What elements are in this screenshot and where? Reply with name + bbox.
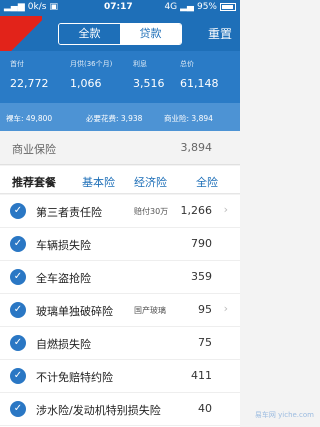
required-fees: 必要花费: 3,938 bbox=[86, 114, 143, 123]
down-payment-value: 22,772 bbox=[10, 77, 49, 90]
insurance-item[interactable]: ✓ 全车盗抢险 359 bbox=[0, 261, 240, 294]
interest-label: 利息 bbox=[133, 60, 147, 68]
checkbox-checked-icon[interactable]: ✓ bbox=[10, 203, 26, 219]
insurance-option: 国产玻璃 bbox=[134, 306, 166, 315]
corner-flag bbox=[0, 16, 42, 51]
checkbox-checked-icon[interactable]: ✓ bbox=[10, 335, 26, 351]
total-label: 总价 bbox=[180, 60, 194, 68]
signal-icon: ▂▄▆ bbox=[4, 2, 25, 12]
insurance-amount: 95 bbox=[198, 303, 212, 316]
plan-selector: 推荐套餐 基本险 经济险 全险 bbox=[0, 166, 240, 194]
battery-percent: 95% bbox=[196, 2, 217, 12]
commercial-insurance-label: 商业保险 bbox=[12, 143, 56, 156]
total-value: 61,148 bbox=[180, 77, 219, 90]
signal-strength-icon: ▂▄ bbox=[180, 2, 194, 12]
plan-title: 推荐套餐 bbox=[12, 176, 56, 189]
payment-mode-toggle[interactable]: 全款 贷款 bbox=[58, 23, 182, 45]
insurance-amount: 40 bbox=[198, 402, 212, 415]
checkbox-checked-icon[interactable]: ✓ bbox=[10, 302, 26, 318]
insurance-amount: 359 bbox=[191, 270, 212, 283]
image-icon: ▣ bbox=[49, 2, 58, 12]
summary-total: 总价 61,148 bbox=[180, 59, 219, 90]
commercial-insurance-total: 商业险: 3,894 bbox=[164, 114, 213, 123]
insurance-name: 第三者责任险 bbox=[36, 206, 102, 219]
status-right: 4G ▂▄ 95% bbox=[164, 2, 236, 12]
insurance-item[interactable]: ✓ 不计免赔特约险 411 bbox=[0, 360, 240, 393]
insurance-name: 全车盗抢险 bbox=[36, 272, 91, 285]
monthly-value: 1,066 bbox=[70, 77, 102, 90]
checkbox-checked-icon[interactable]: ✓ bbox=[10, 401, 26, 417]
checkbox-checked-icon[interactable]: ✓ bbox=[10, 269, 26, 285]
price-breakdown: 裸车: 49,800 必要花费: 3,938 商业险: 3,894 bbox=[0, 103, 240, 131]
commercial-insurance-value: 3,894 bbox=[180, 141, 213, 154]
insurance-name: 玻璃单独破碎险 bbox=[36, 305, 113, 318]
tab-full-payment[interactable]: 全款 bbox=[59, 24, 120, 44]
checkbox-checked-icon[interactable]: ✓ bbox=[10, 368, 26, 384]
network-type: 4G bbox=[164, 2, 178, 12]
battery-icon bbox=[220, 3, 236, 11]
insurance-amount: 1,266 bbox=[180, 204, 213, 217]
plan-economy[interactable]: 经济险 bbox=[134, 174, 167, 190]
status-time: 07:17 bbox=[104, 2, 133, 12]
chevron-right-icon: › bbox=[223, 302, 228, 315]
insurance-amount: 411 bbox=[191, 369, 212, 382]
net-speed: 0k/s bbox=[27, 2, 47, 12]
chevron-right-icon: › bbox=[223, 203, 228, 216]
status-left: ▂▄▆ 0k/s ▣ bbox=[4, 2, 58, 12]
summary-down-payment: 首付 22,772 bbox=[10, 59, 49, 90]
insurance-option: 赔付30万 bbox=[134, 207, 169, 216]
insurance-name: 车辆损失险 bbox=[36, 239, 91, 252]
insurance-name: 涉水险/发动机特别损失险 bbox=[36, 404, 161, 417]
insurance-item[interactable]: ✓ 车辆损失险 790 bbox=[0, 228, 240, 261]
insurance-item[interactable]: ✓ 第三者责任险 赔付30万 1,266 › bbox=[0, 195, 240, 228]
down-payment-label: 首付 bbox=[10, 60, 24, 68]
insurance-item[interactable]: ✓ 玻璃单独破碎险 国产玻璃 95 › bbox=[0, 294, 240, 327]
car-price: 裸车: 49,800 bbox=[6, 114, 53, 123]
tab-loan[interactable]: 贷款 bbox=[120, 24, 181, 44]
plan-full[interactable]: 全险 bbox=[196, 174, 218, 190]
monthly-label: 月供(36个月) bbox=[70, 60, 113, 68]
reset-button[interactable]: 重置 bbox=[208, 25, 232, 42]
insurance-list: ✓ 第三者责任险 赔付30万 1,266 › ✓ 车辆损失险 790 ✓ 全车盗… bbox=[0, 195, 240, 427]
insurance-amount: 75 bbox=[198, 336, 212, 349]
insurance-item[interactable]: ✓ 自燃损失险 75 bbox=[0, 327, 240, 360]
watermark-logo: 易车网 yiche.com bbox=[254, 411, 314, 419]
insurance-item[interactable]: ✓ 涉水险/发动机特别损失险 40 bbox=[0, 393, 240, 426]
insurance-amount: 790 bbox=[191, 237, 212, 250]
insurance-name: 自燃损失险 bbox=[36, 338, 91, 351]
app-header: 全款 贷款 重置 bbox=[0, 16, 240, 51]
checkbox-checked-icon[interactable]: ✓ bbox=[10, 236, 26, 252]
insurance-name: 不计免赔特约险 bbox=[36, 371, 113, 384]
interest-value: 3,516 bbox=[133, 77, 165, 90]
status-bar: ▂▄▆ 0k/s ▣ 07:17 4G ▂▄ 95% bbox=[0, 0, 240, 16]
summary-interest: 利息 3,516 bbox=[133, 59, 165, 90]
commercial-insurance-row[interactable]: 商业保险 3,894 bbox=[0, 131, 240, 165]
cost-summary: 首付 22,772 月供(36个月) 1,066 利息 3,516 总价 61,… bbox=[0, 51, 240, 103]
plan-basic[interactable]: 基本险 bbox=[82, 174, 115, 190]
summary-monthly: 月供(36个月) 1,066 bbox=[70, 59, 112, 90]
